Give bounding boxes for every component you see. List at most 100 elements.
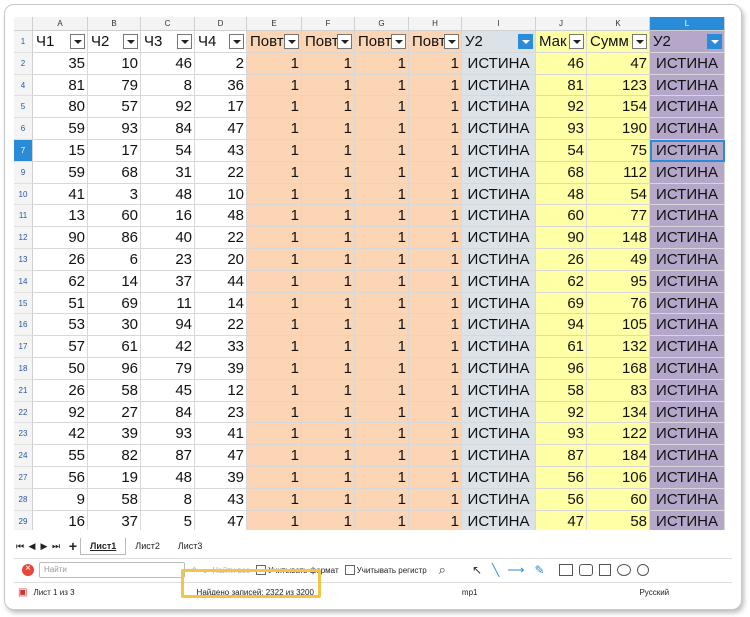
cell[interactable]: ИСТИНА (650, 118, 725, 140)
column-header-b[interactable]: B (88, 17, 141, 31)
cell[interactable]: 1 (247, 488, 302, 511)
cell[interactable]: 48 (141, 466, 195, 489)
cell[interactable]: 1 (302, 118, 355, 140)
cell[interactable]: 50 (33, 357, 88, 380)
cell[interactable]: 31 (141, 161, 195, 184)
autofilter-dropdown-icon[interactable] (518, 34, 533, 49)
cell[interactable]: 80 (33, 96, 88, 119)
cell[interactable]: 26 (33, 248, 88, 271)
cell[interactable]: 1 (355, 445, 409, 467)
rectangle-tool-icon[interactable] (558, 564, 573, 576)
cell[interactable]: 1 (302, 445, 355, 467)
cell[interactable]: 43 (195, 488, 247, 511)
row-number[interactable]: 21 (14, 379, 33, 402)
cell[interactable]: ИСТИНА (462, 379, 536, 402)
cell[interactable]: 1 (355, 118, 409, 140)
cell[interactable]: 1 (355, 248, 409, 271)
cell[interactable]: 1 (247, 183, 302, 206)
cell[interactable]: 12 (195, 379, 247, 402)
cell[interactable]: 77 (587, 205, 650, 228)
cell[interactable]: 92 (141, 96, 195, 119)
cell[interactable]: 106 (587, 466, 650, 489)
cell[interactable]: 154 (587, 96, 650, 119)
cell[interactable]: 1 (355, 205, 409, 228)
cell[interactable]: 1 (302, 205, 355, 228)
cell[interactable]: 168 (587, 357, 650, 380)
row-number[interactable]: 14 (14, 270, 33, 293)
cell[interactable]: 47 (587, 52, 650, 75)
header-cell[interactable]: Ч1 (33, 31, 88, 53)
cell[interactable]: 93 (88, 118, 141, 140)
column-header-g[interactable]: G (355, 17, 409, 31)
cell[interactable]: 57 (33, 336, 88, 358)
cell[interactable]: 62 (536, 270, 587, 293)
autofilter-dropdown-icon[interactable] (444, 34, 459, 49)
cell[interactable]: 15 (33, 139, 88, 162)
cell[interactable]: 84 (141, 401, 195, 424)
header-cell[interactable]: Ч2 (88, 31, 141, 53)
square-tool-icon[interactable] (598, 564, 611, 576)
cell[interactable]: 1 (302, 423, 355, 446)
cell[interactable]: ИСТИНА (650, 379, 725, 402)
cell[interactable]: 48 (141, 183, 195, 206)
cell[interactable]: 13 (33, 205, 88, 228)
cell[interactable]: 54 (587, 183, 650, 206)
curve-tool-icon[interactable]: ✎ (534, 563, 544, 577)
cell[interactable]: 47 (195, 510, 247, 530)
cell[interactable]: 1 (409, 292, 462, 315)
cell[interactable]: ИСТИНА (650, 96, 725, 119)
cell[interactable]: 56 (536, 488, 587, 511)
header-cell[interactable]: Ч4 (195, 31, 247, 53)
cell[interactable]: ИСТИНА (650, 510, 725, 530)
row-number[interactable]: 2 (14, 52, 33, 75)
cell[interactable]: 1 (302, 74, 355, 97)
cell[interactable]: ИСТИНА (650, 161, 725, 184)
column-header-c[interactable]: C (141, 17, 195, 31)
cell[interactable]: 1 (247, 379, 302, 402)
cell[interactable]: 92 (536, 96, 587, 119)
cell[interactable]: 190 (587, 118, 650, 140)
cell[interactable]: 1 (247, 357, 302, 380)
cell[interactable]: ИСТИНА (462, 118, 536, 140)
cell[interactable]: 23 (195, 401, 247, 424)
cell[interactable]: 1 (355, 270, 409, 293)
autofilter-dropdown-icon[interactable] (569, 34, 584, 49)
cell[interactable]: 132 (587, 336, 650, 358)
cell[interactable]: ИСТИНА (650, 401, 725, 424)
cell[interactable]: 3 (88, 183, 141, 206)
cell[interactable]: 1 (302, 270, 355, 293)
cell[interactable]: 1 (409, 270, 462, 293)
autofilter-dropdown-icon[interactable] (70, 34, 85, 49)
cell[interactable]: 1 (247, 466, 302, 489)
cell[interactable]: 96 (536, 357, 587, 380)
last-sheet-icon[interactable]: ⏭ (50, 541, 62, 552)
cell[interactable]: 1 (355, 96, 409, 119)
cell[interactable]: ИСТИНА (462, 183, 536, 206)
cell[interactable]: 1 (302, 488, 355, 511)
cell[interactable]: ИСТИНА (462, 401, 536, 424)
cell[interactable]: 47 (536, 510, 587, 530)
cell[interactable]: 23 (141, 248, 195, 271)
header-cell[interactable]: У2 (462, 31, 536, 53)
find-input[interactable]: Найти (39, 562, 185, 578)
cell[interactable]: ИСТИНА (462, 205, 536, 228)
cell[interactable]: ИСТИНА (650, 292, 725, 315)
cell[interactable]: 37 (141, 270, 195, 293)
arrow-tool-icon[interactable]: ⟶ (507, 563, 524, 577)
cell[interactable]: 59 (33, 118, 88, 140)
cell[interactable]: 55 (33, 445, 88, 467)
cell[interactable]: 1 (247, 118, 302, 140)
row-number[interactable]: 6 (14, 118, 33, 140)
cell[interactable]: ИСТИНА (462, 227, 536, 249)
cell[interactable]: 8 (141, 74, 195, 97)
select-all-corner[interactable] (14, 17, 33, 31)
cell[interactable]: 93 (141, 423, 195, 446)
cell[interactable]: ИСТИНА (650, 205, 725, 228)
cell[interactable]: 1 (302, 401, 355, 424)
cell[interactable]: 1 (355, 161, 409, 184)
cell[interactable]: 1 (355, 52, 409, 75)
cell[interactable]: 46 (141, 52, 195, 75)
cell[interactable]: 1 (409, 466, 462, 489)
header-cell[interactable]: Мак (536, 31, 587, 53)
cell[interactable]: 10 (195, 183, 247, 206)
